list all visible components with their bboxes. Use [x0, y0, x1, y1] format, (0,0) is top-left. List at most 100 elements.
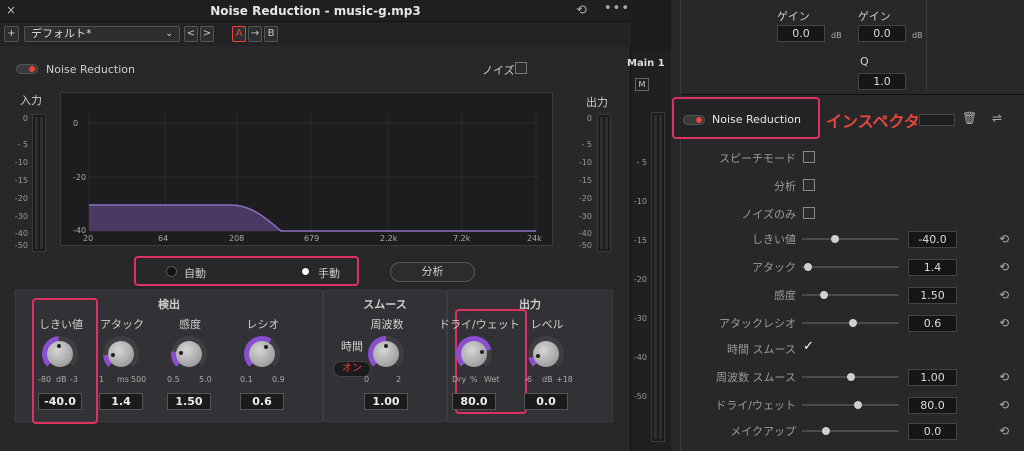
slider-thumb[interactable]: [821, 427, 830, 435]
preset-slot[interactable]: [919, 114, 955, 126]
reset-icon[interactable]: ⟲: [999, 289, 1011, 301]
track-scale-label: -30: [633, 314, 647, 323]
inspector-param-input[interactable]: 1.4: [908, 259, 957, 276]
q-input[interactable]: 1.0: [858, 73, 906, 90]
knob-6[interactable]: [528, 336, 564, 372]
inspector-param-slider[interactable]: [802, 263, 899, 271]
inspector-param-input[interactable]: -40.0: [908, 231, 957, 248]
analyze-button[interactable]: 分析: [390, 262, 475, 282]
slider-thumb[interactable]: [846, 373, 855, 381]
spectrum-graph[interactable]: 0 -20 -40 20 64 208 679 2.2k 7.2k 24k: [60, 92, 553, 246]
inspector-param-slider[interactable]: [802, 319, 899, 327]
more-icon[interactable]: •••: [604, 1, 630, 16]
inspector-param-label: 感度: [774, 289, 796, 302]
reset-icon[interactable]: ⟲: [999, 425, 1011, 437]
preset-value: デフォルト*: [31, 27, 92, 40]
reset-icon[interactable]: ⟲: [999, 371, 1011, 383]
knob-max: 0.9: [272, 375, 285, 384]
inspector-param-slider[interactable]: [802, 401, 899, 409]
strip-top: [631, 0, 671, 50]
inspector-param-input[interactable]: 0.6: [908, 315, 957, 332]
slider-thumb[interactable]: [853, 401, 862, 409]
meter-scale-label: -50: [578, 241, 592, 250]
knob-value-input[interactable]: 1.50: [167, 393, 211, 410]
meter-scale-label: -50: [14, 241, 28, 250]
next-preset-button[interactable]: >: [200, 26, 214, 42]
knob-0[interactable]: [42, 336, 78, 372]
window-title: Noise Reduction - music-g.mp3: [210, 4, 421, 18]
knob-value-input[interactable]: 0.0: [524, 393, 568, 410]
inspector-param-input[interactable]: 1.00: [908, 369, 957, 386]
knob-value-input[interactable]: 1.4: [99, 393, 143, 410]
graph-y-label: 0: [73, 119, 79, 128]
knob-value-input[interactable]: -40.0: [38, 393, 82, 410]
graph-x-label: 20: [83, 234, 94, 243]
inspector-enable-toggle[interactable]: [683, 115, 705, 125]
reset-icon[interactable]: ⟲: [999, 317, 1011, 329]
ab-copy-button[interactable]: →: [248, 26, 262, 42]
meter-scale-label: 0: [22, 114, 28, 123]
auto-radio[interactable]: [166, 266, 177, 277]
inspector-checkbox[interactable]: [803, 179, 815, 191]
inspector-param-input[interactable]: 0.0: [908, 423, 957, 440]
spectrum-curve: [88, 113, 539, 232]
inspector-checkbox[interactable]: [803, 151, 815, 163]
knob-5[interactable]: [456, 336, 492, 372]
prev-preset-button[interactable]: <: [184, 26, 198, 42]
mute-button[interactable]: M: [635, 78, 649, 91]
knob-max: 2: [396, 375, 402, 384]
settings-sliders-icon[interactable]: ⇌: [992, 111, 1002, 125]
preset-select[interactable]: デフォルト* ⌄: [24, 26, 180, 42]
graph-x-label: 2.2k: [380, 234, 398, 243]
reset-icon[interactable]: ⟲: [999, 399, 1011, 411]
inspector-param-input[interactable]: 80.0: [908, 397, 957, 414]
knob-min: 0: [364, 375, 370, 384]
meter-scale-label: -15: [14, 176, 28, 185]
inspector-param-slider[interactable]: [802, 235, 899, 243]
meter-scale-label: -10: [578, 158, 592, 167]
divider: [926, 0, 927, 92]
track-meter: [651, 112, 665, 442]
slider-thumb[interactable]: [803, 263, 812, 271]
gain1-input[interactable]: 0.0: [777, 25, 825, 42]
add-preset-button[interactable]: +: [4, 26, 19, 42]
inspector-param-label: しきい値: [752, 233, 796, 246]
trash-icon[interactable]: 🗑: [962, 111, 977, 125]
slider-thumb[interactable]: [849, 319, 858, 327]
track-scale-label: -50: [633, 392, 647, 401]
time-smooth-check-icon[interactable]: ✓: [803, 339, 814, 354]
noise-checkbox[interactable]: [515, 62, 527, 74]
ab-b-button[interactable]: B: [264, 26, 278, 42]
knob-max: -3: [70, 375, 78, 384]
track-scale-label: -15: [633, 236, 647, 245]
inspector-param-slider[interactable]: [802, 427, 899, 435]
knob-value-input[interactable]: 1.00: [364, 393, 408, 410]
knob-max: 500: [131, 375, 147, 384]
reset-icon[interactable]: ⟲: [999, 261, 1011, 273]
reset-icon[interactable]: ⟲: [999, 233, 1011, 245]
knob-value-input[interactable]: 80.0: [452, 393, 496, 410]
meter-scale-label: -20: [578, 194, 592, 203]
inspector-param-slider[interactable]: [802, 291, 899, 299]
knob-3[interactable]: [244, 336, 280, 372]
knob-2[interactable]: [171, 336, 207, 372]
inspector-checkbox[interactable]: [803, 207, 815, 219]
knob-value-input[interactable]: 0.6: [240, 393, 284, 410]
ab-a-button[interactable]: A: [232, 26, 246, 42]
mixer-strip: Main 1 M - 5 -10 -15 -20 -30 -40 -50: [627, 0, 671, 451]
gain1-unit: dB: [831, 31, 842, 40]
inspector-check-label: 分析: [774, 180, 796, 193]
gain2-unit: dB: [912, 31, 923, 40]
inspector-param-slider[interactable]: [802, 373, 899, 381]
knob-4[interactable]: [368, 336, 404, 372]
history-icon[interactable]: ⟲: [576, 3, 587, 18]
gain2-input[interactable]: 0.0: [858, 25, 906, 42]
slider-thumb[interactable]: [819, 291, 828, 299]
knob-1[interactable]: [103, 336, 139, 372]
enable-toggle[interactable]: [16, 64, 38, 74]
inspector-annotation: インスペクタ: [826, 112, 920, 131]
smooth-title: スムース: [363, 298, 407, 311]
slider-thumb[interactable]: [831, 235, 840, 243]
inspector-param-input[interactable]: 1.50: [908, 287, 957, 304]
manual-radio[interactable]: [300, 266, 311, 277]
